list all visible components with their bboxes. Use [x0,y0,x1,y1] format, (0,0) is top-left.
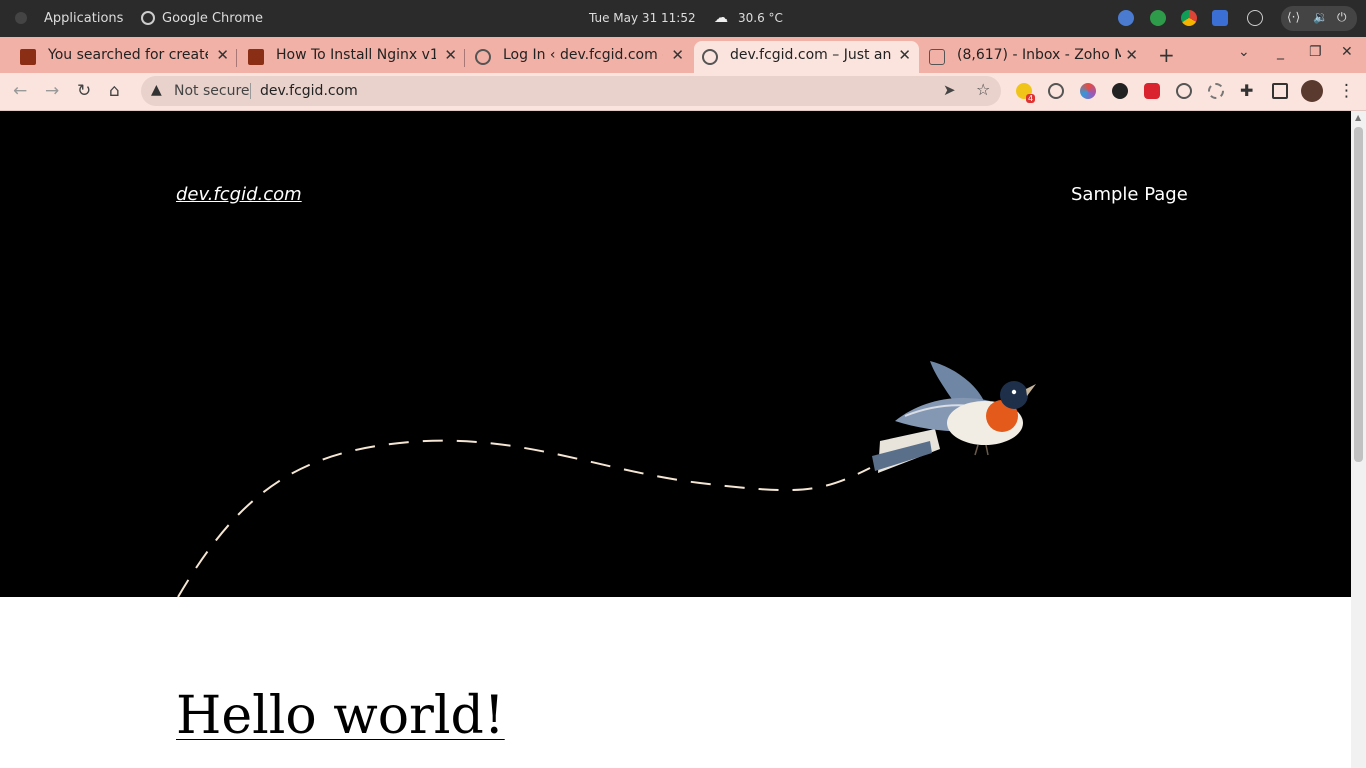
close-window-button[interactable]: ✕ [1341,44,1353,60]
forward-button[interactable]: → [45,81,59,101]
hero-section: dev.fcgid.com Sample Page [0,111,1351,597]
close-icon[interactable]: ✕ [1125,46,1138,64]
avatar[interactable] [1301,80,1323,102]
shield-icon[interactable] [1150,10,1166,26]
back-button[interactable]: ← [13,81,27,101]
activities-icon[interactable] [15,12,27,24]
bird-icon [872,361,1036,473]
tab-5[interactable]: (8,617) - Inbox - Zoho Ma ✕ [921,41,1146,73]
wordpress-favicon-icon [20,49,36,65]
system-top-bar: Applications Google Chrome Tue May 31 11… [0,0,1366,37]
tab-3[interactable]: Log In ‹ dev.fcgid.com — ✕ [467,41,692,73]
system-status-menu[interactable]: ⟨·⟩ 🔉 ⏻ [1281,6,1357,31]
close-icon[interactable]: ✕ [444,46,457,64]
reload-button[interactable]: ↻ [77,81,91,101]
minimize-button[interactable]: _ [1277,44,1284,60]
tab-2[interactable]: How To Install Nginx v1. ✕ [240,41,465,73]
security-status[interactable]: Not secure [174,83,250,99]
password-manager-icon[interactable] [1212,10,1228,26]
mail-icon [929,49,945,65]
wordpress-favicon-icon [248,49,264,65]
scrollbar-thumb[interactable] [1354,127,1363,462]
network-icon: ⟨·⟩ [1287,10,1301,24]
settings-extension-icon[interactable] [1208,83,1224,99]
restore-button[interactable]: ❐ [1309,44,1322,60]
globe-icon [702,49,718,65]
dashed-flight-path [177,439,871,597]
browser-toolbar: ← → ↻ ⌂ ▲ Not secure dev.fcgid.com ➤ ☆ [0,73,1366,111]
tab-4-active[interactable]: dev.fcgid.com – Just an ✕ [694,41,919,73]
post-title-link[interactable]: Hello world! [176,686,505,746]
scroll-up-icon[interactable]: ▲ [1355,113,1361,122]
extensions-puzzle-icon[interactable]: ✚ [1240,81,1253,100]
side-panel-icon[interactable] [1272,83,1288,99]
gnome-extension-icon[interactable] [1112,83,1128,99]
color-extension-icon[interactable] [1080,83,1096,99]
hero-illustration [177,361,1036,597]
send-tab-icon[interactable]: ➤ [943,81,956,99]
home-button[interactable]: ⌂ [109,81,120,101]
cloud-icon: ☁ [714,10,728,26]
weather-temperature[interactable]: 30.6 °C [738,11,783,25]
tab-title: How To Install Nginx v1. [276,47,436,63]
active-app-name[interactable]: Google Chrome [162,11,263,26]
power-icon: ⏻ [1337,10,1347,24]
applications-menu[interactable]: Applications [44,11,123,26]
chrome-tray-icon[interactable] [1181,10,1197,26]
page-viewport: dev.fcgid.com Sample Page Hello world! [0,111,1351,768]
eye-extension-icon[interactable] [1048,83,1064,99]
clock[interactable]: Tue May 31 11:52 [589,11,696,25]
menu-kebab-icon[interactable]: ⋮ [1338,81,1355,101]
warning-icon[interactable]: ▲ [151,82,162,98]
new-tab-button[interactable]: + [1158,43,1175,67]
tray-app-icon[interactable] [1118,10,1134,26]
url-text[interactable]: dev.fcgid.com [260,83,358,99]
address-bar[interactable]: ▲ Not secure dev.fcgid.com ➤ ☆ [141,76,1001,106]
globe-icon [475,49,491,65]
volume-icon: 🔉 [1313,10,1328,24]
close-icon[interactable]: ✕ [671,46,684,64]
page-scrollbar[interactable]: ▲ [1351,111,1366,768]
chrome-icon [141,11,155,25]
tab-search-chevron-icon[interactable]: ⌄ [1238,44,1250,60]
ublock-icon[interactable] [1144,83,1160,99]
tab-title: You searched for create [48,47,208,63]
speed-extension-icon[interactable] [1176,83,1192,99]
tab-title: (8,617) - Inbox - Zoho Ma [957,47,1121,63]
tab-title: Log In ‹ dev.fcgid.com — [503,47,663,63]
bookmark-star-icon[interactable]: ☆ [976,80,990,99]
close-icon[interactable]: ✕ [898,46,911,64]
tab-1[interactable]: You searched for create ✕ [12,41,237,73]
extension-badge: 4 [1026,94,1036,103]
close-icon[interactable]: ✕ [216,46,229,64]
tab-title: dev.fcgid.com – Just an [730,47,892,63]
accessibility-icon[interactable] [1247,10,1263,26]
